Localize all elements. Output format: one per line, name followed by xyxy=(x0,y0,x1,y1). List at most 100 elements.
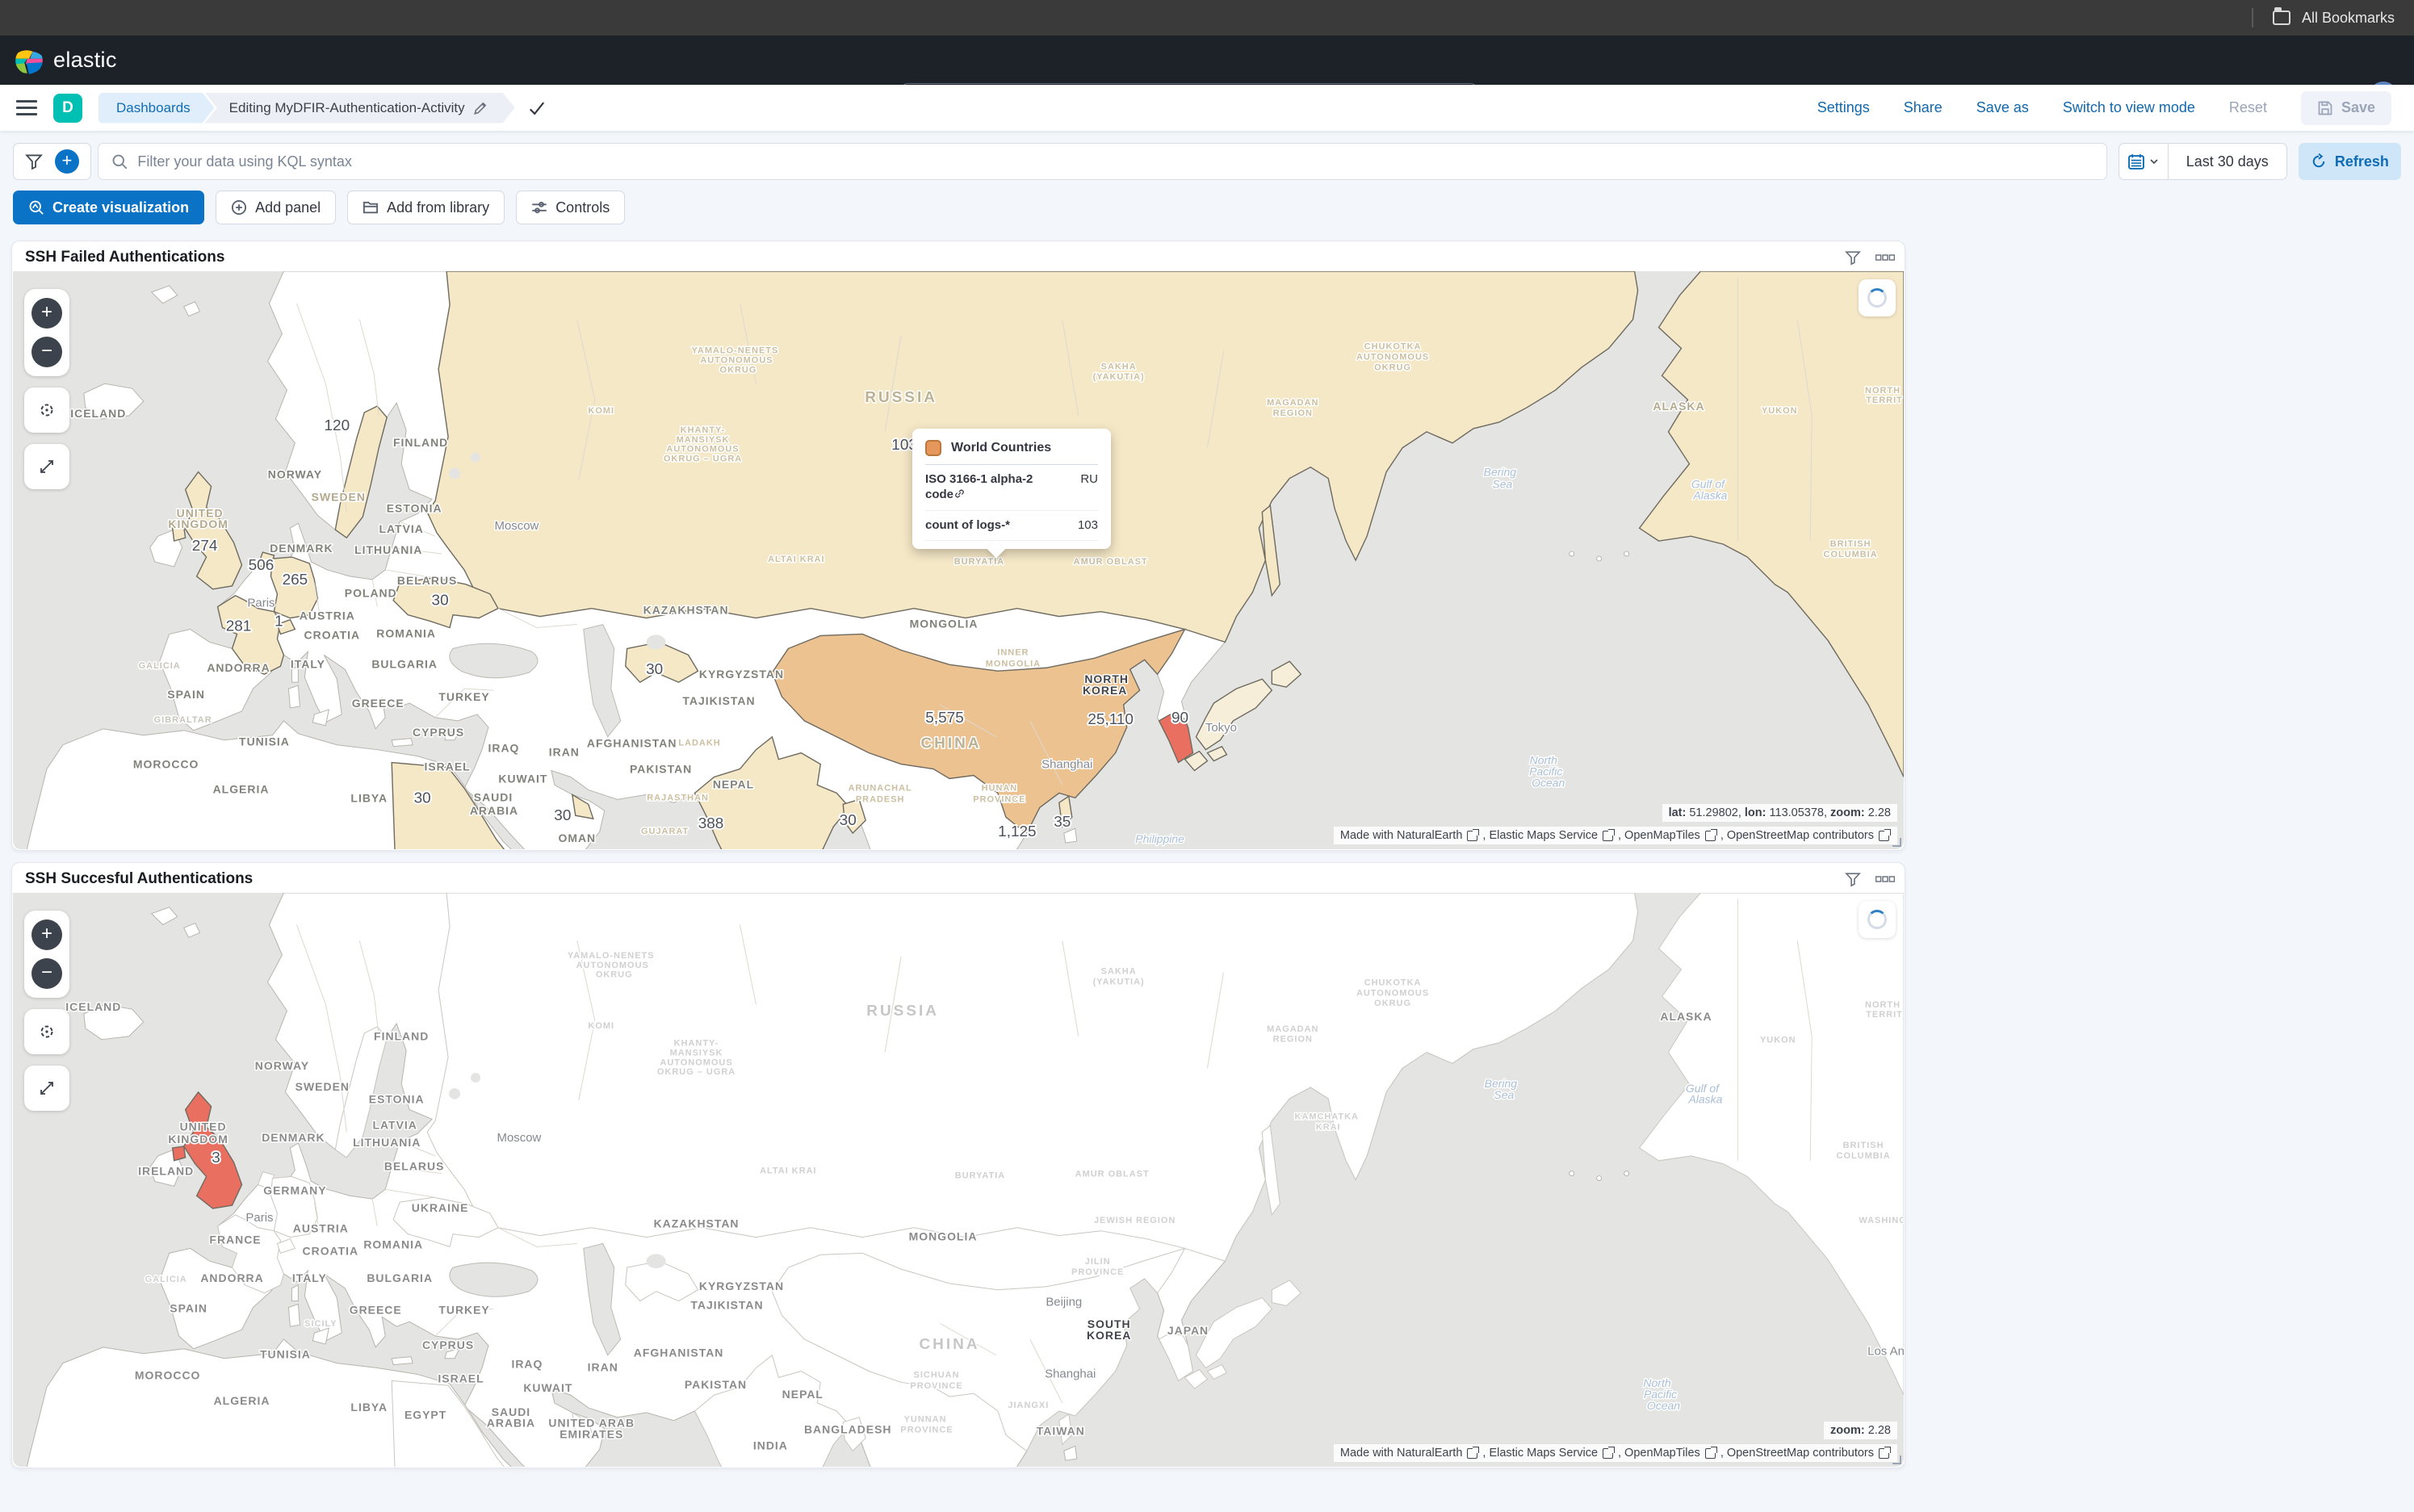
switch-view-mode-link[interactable]: Switch to view mode xyxy=(2063,99,2195,116)
map-label: RUSSIA xyxy=(865,389,937,406)
save-as-link[interactable]: Save as xyxy=(1976,99,2029,116)
refresh-label: Refresh xyxy=(2335,153,2389,170)
refresh-button[interactable]: Refresh xyxy=(2299,143,2401,180)
map-loading-indicator xyxy=(1859,279,1896,316)
brand-name: elastic xyxy=(53,48,117,73)
panel-filter-icon[interactable] xyxy=(1845,249,1861,266)
zoom-out-button[interactable]: − xyxy=(31,337,62,367)
time-picker-calendar-button[interactable] xyxy=(2119,144,2169,179)
map-label: MOROCCO xyxy=(135,1368,200,1381)
refresh-icon xyxy=(2311,153,2327,170)
panel-resize-handle[interactable] xyxy=(1892,1455,1901,1464)
attribution-link[interactable]: NaturalEarth xyxy=(1397,1447,1462,1460)
map-label: Shanghai xyxy=(1045,1368,1096,1380)
map-canvas-successful[interactable]: ICELANDNORWAYSWEDENFINLANDESTONIALATVIAL… xyxy=(13,893,1904,1467)
map-label: TURKEY xyxy=(438,1303,489,1316)
attribution-link[interactable]: OpenMapTiles xyxy=(1624,1447,1700,1460)
controls-button[interactable]: Controls xyxy=(516,191,625,224)
kql-query-input-wrap xyxy=(98,143,2107,180)
map-count-label: 30 xyxy=(414,790,431,806)
add-filter-button[interactable]: + xyxy=(55,149,79,174)
map-label: AFGHANISTAN xyxy=(634,1347,724,1359)
country-ni[interactable] xyxy=(173,1146,186,1161)
fit-to-bounds-button[interactable] xyxy=(24,387,69,433)
menu-hamburger-icon[interactable] xyxy=(16,100,37,115)
map-label: SPAIN xyxy=(167,688,205,701)
panel-title[interactable]: SSH Succesful Authentications xyxy=(25,870,253,888)
map-label: IRAQ xyxy=(511,1358,543,1371)
map-label: CYPRUS xyxy=(422,1338,474,1351)
external-link-icon xyxy=(1879,831,1889,841)
space-badge[interactable]: D xyxy=(53,94,82,123)
all-bookmarks-button[interactable]: All Bookmarks xyxy=(2302,10,2395,27)
kql-query-input[interactable] xyxy=(137,153,2093,170)
attribution-link[interactable]: OpenMapTiles xyxy=(1624,829,1700,842)
map-label: AMUR OBLAST xyxy=(1075,1170,1150,1179)
settings-link[interactable]: Settings xyxy=(1817,99,1870,116)
lens-icon xyxy=(28,199,44,216)
zoom-out-button[interactable]: − xyxy=(31,958,62,989)
create-visualization-button[interactable]: Create visualization xyxy=(13,191,204,224)
panel-title[interactable]: SSH Failed Authentications xyxy=(25,249,224,266)
add-from-library-button[interactable]: Add from library xyxy=(347,191,505,224)
panel-options-icon[interactable] xyxy=(1875,249,1895,266)
map-label: DENMARK xyxy=(270,542,333,555)
map-island xyxy=(1597,556,1602,561)
map-label: Sea xyxy=(1492,478,1512,491)
controls-label: Controls xyxy=(555,199,610,216)
map-label: KYRGYZSTAN xyxy=(699,1280,784,1292)
draw-tool-button[interactable] xyxy=(24,444,69,489)
map-attribution[interactable]: Made with NaturalEarth, Elastic Maps Ser… xyxy=(1334,827,1897,844)
time-range-button[interactable]: Last 30 days xyxy=(2169,144,2286,179)
map-label: MONGOLIA xyxy=(986,659,1041,668)
attribution-link[interactable]: Elastic Maps Service xyxy=(1489,1447,1598,1460)
map-label: MAGADAN xyxy=(1267,398,1318,408)
map-attribution[interactable]: Made with NaturalEarth, Elastic Maps Ser… xyxy=(1334,1444,1897,1462)
map-label: IRELAND xyxy=(138,1165,194,1178)
draw-tool-button[interactable] xyxy=(24,1066,69,1111)
elastic-brand[interactable]: elastic xyxy=(15,46,117,75)
map-label: SICILY xyxy=(304,1319,337,1329)
map-label: Sea xyxy=(1494,1088,1514,1101)
attribution-link[interactable]: OpenStreetMap contributors xyxy=(1727,829,1874,842)
check-icon xyxy=(528,99,546,117)
zoom-in-button[interactable]: + xyxy=(31,919,62,950)
map-count-label: 120 xyxy=(324,417,350,434)
choropleth-map-failed[interactable]: ICELANDFINLANDNORWAYSWEDENESTONIALATVIAL… xyxy=(13,271,1904,849)
map-label: MONGOLIA xyxy=(909,1230,978,1243)
panel-resize-handle[interactable] xyxy=(1892,838,1901,847)
map-count-label: 265 xyxy=(283,572,308,588)
reset-link[interactable]: Reset xyxy=(2229,99,2267,116)
attribution-link[interactable]: OpenStreetMap contributors xyxy=(1727,1447,1874,1460)
map-label: KAMCHATKA xyxy=(1294,1112,1358,1121)
map-label: REGION xyxy=(1273,408,1313,418)
zoom-in-button[interactable]: + xyxy=(31,298,62,329)
choropleth-map-successful[interactable]: ICELANDNORWAYSWEDENFINLANDESTONIALATVIAL… xyxy=(13,893,1904,1467)
fit-to-bounds-button[interactable] xyxy=(24,1009,69,1054)
map-label: EGYPT xyxy=(404,1409,446,1422)
link-icon[interactable] xyxy=(953,488,966,500)
save-button[interactable]: Save xyxy=(2301,91,2391,125)
panel-filter-icon[interactable] xyxy=(1845,871,1861,887)
panel-options-icon[interactable] xyxy=(1875,871,1895,887)
map-canvas-failed[interactable]: ICELANDFINLANDNORWAYSWEDENESTONIALATVIAL… xyxy=(13,271,1904,849)
breadcrumb-current[interactable]: Editing MyDFIR-Authentication-Activity xyxy=(205,93,515,124)
map-label: SWEDEN xyxy=(312,490,366,503)
share-link[interactable]: Share xyxy=(1904,99,1943,116)
filter-funnel-icon[interactable] xyxy=(25,153,43,170)
map-label: MAGADAN xyxy=(1267,1024,1318,1034)
breadcrumb-dashboards[interactable]: Dashboards xyxy=(98,93,215,124)
add-panel-button[interactable]: Add panel xyxy=(216,191,336,224)
attribution-link[interactable]: Elastic Maps Service xyxy=(1489,829,1598,842)
attribution-link[interactable]: NaturalEarth xyxy=(1397,829,1462,842)
map-label: MANSIYSK xyxy=(670,1048,723,1058)
map-label: CHUKOTKA xyxy=(1364,341,1422,351)
map-label: ALASKA xyxy=(1653,400,1704,413)
map-label: Moscow xyxy=(494,519,539,533)
map-label: ALASKA xyxy=(1660,1010,1712,1023)
map-label: ROMANIA xyxy=(376,626,436,639)
map-label: UNITED xyxy=(180,1120,227,1133)
dashboard-page: All Bookmarks elastic ^/ xyxy=(0,0,2414,1512)
tooltip-field-label: ISO 3166-1 alpha-2 code xyxy=(925,472,1046,503)
map-label: ARABIA xyxy=(487,1417,535,1430)
